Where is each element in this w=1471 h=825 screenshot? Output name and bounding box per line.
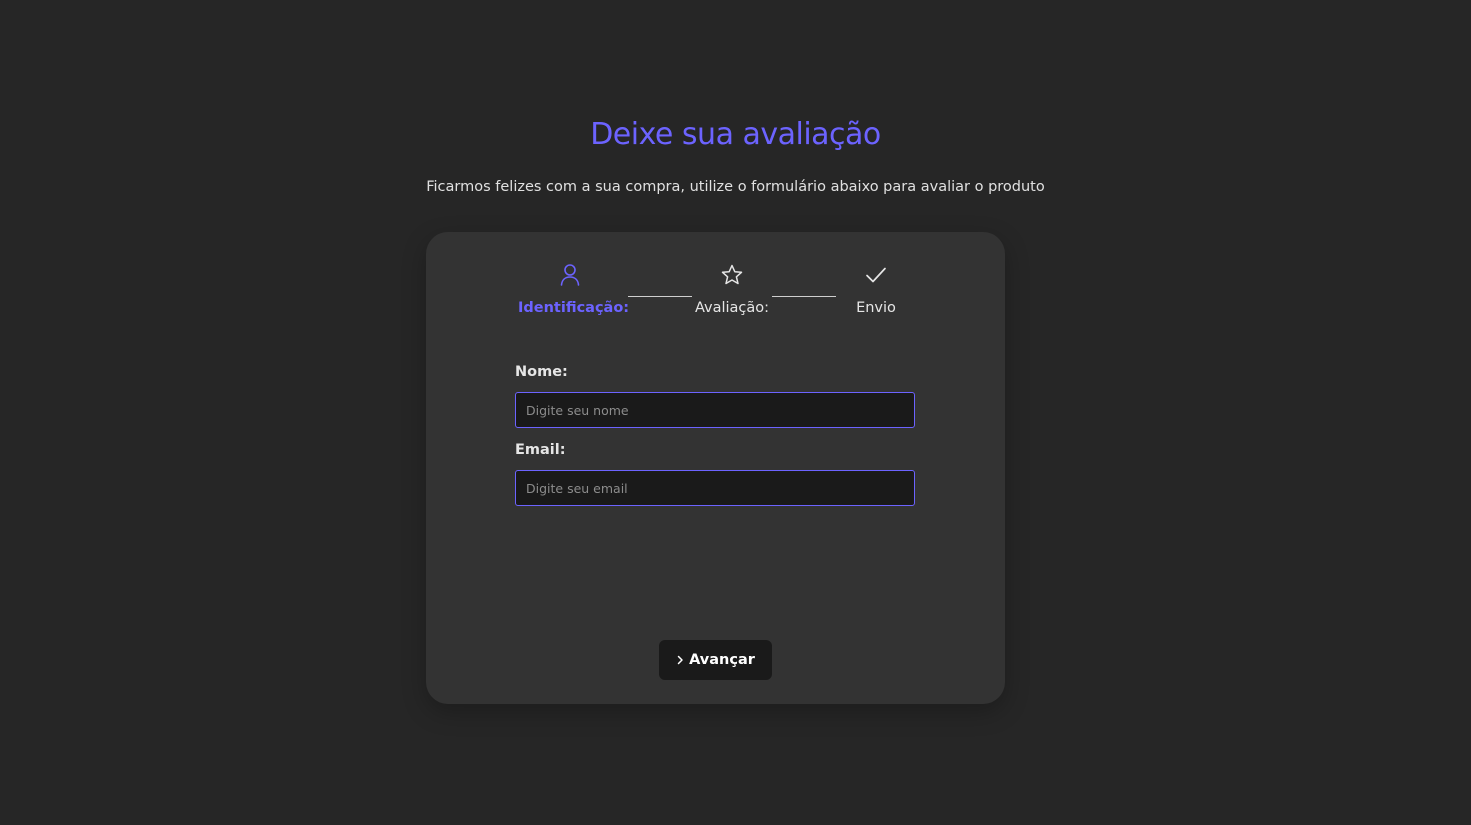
review-form-card: Identificação: Avaliação: Envio Nome: Di… bbox=[426, 232, 1005, 704]
next-button[interactable]: Avançar bbox=[659, 640, 772, 680]
check-icon bbox=[848, 262, 904, 288]
step-connector bbox=[628, 296, 692, 297]
page: Deixe sua avaliação Ficarmos felizes com… bbox=[0, 0, 1471, 825]
step-review-label: Avaliação: bbox=[694, 300, 770, 316]
name-label: Nome: bbox=[515, 364, 568, 380]
star-icon bbox=[692, 262, 772, 288]
identification-form: Nome: Email: bbox=[515, 364, 915, 506]
email-field-group: Email: bbox=[515, 442, 915, 506]
step-submit-label: Envio bbox=[856, 300, 896, 316]
page-title: Deixe sua avaliação bbox=[590, 117, 881, 152]
next-button-label: Avançar bbox=[689, 652, 755, 668]
email-input[interactable] bbox=[515, 470, 915, 506]
step-submit: Envio bbox=[848, 262, 904, 316]
name-input[interactable] bbox=[515, 392, 915, 428]
step-review: Avaliação: bbox=[692, 262, 772, 316]
chevron-right-icon bbox=[676, 655, 684, 665]
user-icon bbox=[518, 262, 622, 288]
step-identification-label: Identificação: bbox=[518, 300, 630, 316]
name-field-group: Nome: bbox=[515, 364, 915, 428]
page-subtitle: Ficarmos felizes com a sua compra, utili… bbox=[426, 179, 1045, 195]
step-identification: Identificação: bbox=[518, 262, 630, 316]
step-connector bbox=[772, 296, 836, 297]
email-label: Email: bbox=[515, 442, 566, 458]
